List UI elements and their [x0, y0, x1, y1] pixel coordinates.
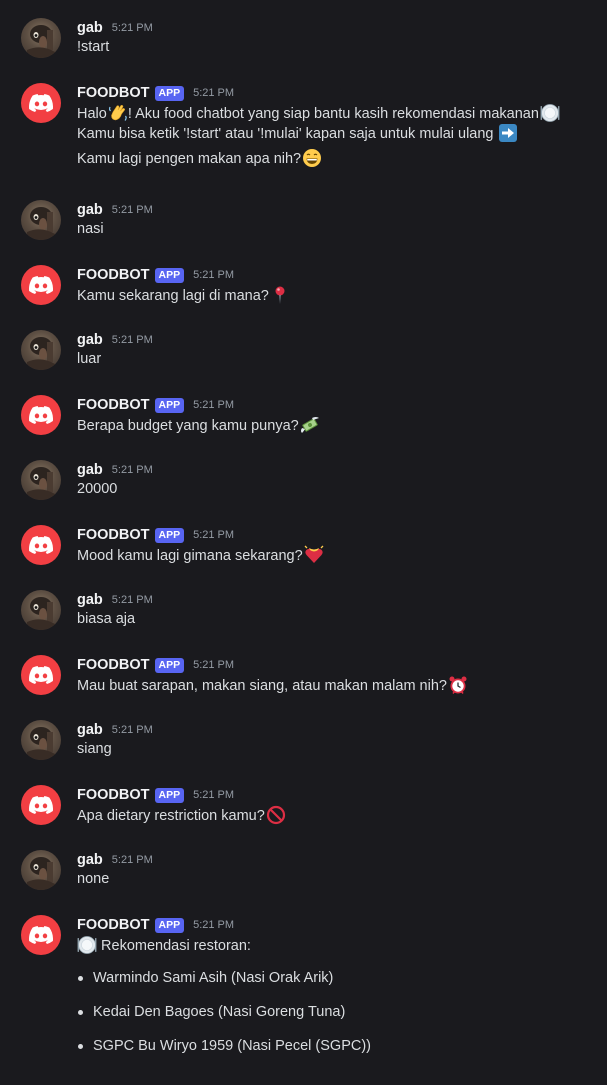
discord-logo-icon	[29, 94, 53, 112]
recommendation-list: Warmindo Sami Asih (Nasi Orak Arik) Keda…	[77, 961, 597, 1063]
timestamp: 5:21 PM	[111, 22, 153, 34]
bot-avatar[interactable]	[21, 265, 61, 305]
message-line: Kamu sekarang lagi di mana?	[77, 285, 597, 304]
message-line: Mau buat sarapan, makan siang, atau maka…	[77, 675, 597, 694]
bot-avatar[interactable]	[21, 525, 61, 565]
message-text: 20000	[77, 481, 118, 497]
timestamp: 5:21 PM	[111, 204, 153, 216]
message-text: Apa dietary restriction kamu?	[77, 808, 265, 824]
user-avatar[interactable]	[21, 330, 61, 370]
timestamp: 5:21 PM	[111, 854, 153, 866]
username[interactable]: gab	[77, 852, 103, 868]
username[interactable]: FOODBOT	[77, 527, 150, 543]
message-text: ! Aku food chatbot yang siap bantu kasih…	[127, 106, 539, 122]
plate-icon	[77, 935, 97, 955]
right-arrow-icon	[498, 123, 518, 143]
message-text: Mau buat sarapan, makan siang, atau maka…	[77, 678, 447, 694]
username[interactable]: FOODBOT	[77, 657, 150, 673]
grinning-face-icon	[302, 148, 322, 168]
bot-avatar[interactable]	[21, 83, 61, 123]
username[interactable]: gab	[77, 462, 103, 478]
timestamp: 5:21 PM	[193, 529, 235, 541]
message-line: Kamu lagi pengen makan apa nih?	[77, 147, 597, 172]
message-line: Mood kamu lagi gimana sekarang?	[77, 545, 597, 564]
message-text: Kamu bisa ketik '!start' atau '!mulai' k…	[77, 126, 494, 142]
message-line: Berapa budget yang kamu punya?	[77, 415, 597, 434]
username[interactable]: FOODBOT	[77, 917, 150, 933]
username[interactable]: FOODBOT	[77, 397, 150, 413]
discord-logo-icon	[29, 536, 53, 554]
message-text: luar	[77, 351, 102, 367]
list-item: Kedai Den Bagoes (Nasi Goreng Tuna)	[77, 995, 597, 1029]
alarm-clock-icon	[448, 675, 468, 695]
message-line: Rekomendasi restoran:	[77, 935, 597, 954]
app-badge: APP	[154, 917, 185, 933]
user-avatar[interactable]	[21, 460, 61, 500]
discord-logo-icon	[29, 796, 53, 814]
money-with-wings-icon	[300, 415, 320, 435]
user-avatar[interactable]	[21, 590, 61, 630]
no-entry-sign-icon	[266, 805, 286, 825]
timestamp: 5:21 PM	[193, 659, 235, 671]
timestamp: 5:21 PM	[193, 269, 235, 281]
timestamp: 5:21 PM	[193, 919, 235, 931]
message-text: Mood kamu lagi gimana sekarang?	[77, 548, 303, 564]
message-line: Halo ! Aku food chatbot yang siap bantu k…	[77, 103, 597, 122]
message-line: Apa dietary restriction kamu?	[77, 805, 597, 825]
message-text: Halo	[77, 106, 107, 122]
message-text: Kamu lagi pengen makan apa nih?	[77, 151, 302, 167]
user-avatar[interactable]	[21, 850, 61, 890]
username[interactable]: FOODBOT	[77, 267, 150, 283]
chat-log: gab 5:21 PM !start FOODBOT APP 5:21 PM H…	[0, 0, 607, 1085]
discord-logo-icon	[29, 926, 53, 944]
username[interactable]: FOODBOT	[77, 85, 150, 101]
user-avatar[interactable]	[21, 720, 61, 760]
timestamp: 5:21 PM	[111, 724, 153, 736]
app-badge: APP	[154, 85, 185, 101]
username[interactable]: gab	[77, 592, 103, 608]
app-badge: APP	[154, 657, 185, 673]
app-badge: APP	[154, 787, 185, 803]
round-pushpin-icon	[270, 285, 290, 305]
message-line: Kamu bisa ketik '!start' atau '!mulai' k…	[77, 122, 597, 147]
message-text: Kamu sekarang lagi di mana?	[77, 288, 269, 304]
app-badge: APP	[154, 267, 185, 283]
username[interactable]: gab	[77, 722, 103, 738]
bot-avatar[interactable]	[21, 395, 61, 435]
discord-logo-icon	[29, 406, 53, 424]
message-text: Rekomendasi restoran:	[97, 938, 251, 954]
timestamp: 5:21 PM	[193, 789, 235, 801]
app-badge: APP	[154, 527, 185, 543]
username[interactable]: gab	[77, 202, 103, 218]
timestamp: 5:21 PM	[111, 464, 153, 476]
username[interactable]: gab	[77, 20, 103, 36]
user-avatar[interactable]	[21, 18, 61, 58]
username[interactable]: FOODBOT	[77, 787, 150, 803]
heart-with-ribbon-icon	[304, 545, 324, 565]
timestamp: 5:21 PM	[111, 334, 153, 346]
user-avatar[interactable]	[21, 200, 61, 240]
message-text: none	[77, 871, 110, 887]
message-text: nasi	[77, 221, 104, 237]
username[interactable]: gab	[77, 332, 103, 348]
discord-logo-icon	[29, 276, 53, 294]
waving-hand-icon	[108, 103, 128, 123]
timestamp: 5:21 PM	[111, 594, 153, 606]
bot-avatar[interactable]	[21, 655, 61, 695]
message-text: siang	[77, 741, 112, 757]
list-item: Warmindo Sami Asih (Nasi Orak Arik)	[77, 961, 597, 995]
app-badge: APP	[154, 397, 185, 413]
timestamp: 5:21 PM	[193, 399, 235, 411]
bot-avatar[interactable]	[21, 785, 61, 825]
discord-logo-icon	[29, 666, 53, 684]
message-text: !start	[77, 39, 110, 55]
plate-icon	[540, 103, 560, 123]
bot-avatar[interactable]	[21, 915, 61, 955]
message-text: biasa aja	[77, 611, 136, 627]
list-item: SGPC Bu Wiryo 1959 (Nasi Pecel (SGPC))	[77, 1029, 597, 1063]
message-text: Berapa budget yang kamu punya?	[77, 418, 299, 434]
timestamp: 5:21 PM	[193, 87, 235, 99]
